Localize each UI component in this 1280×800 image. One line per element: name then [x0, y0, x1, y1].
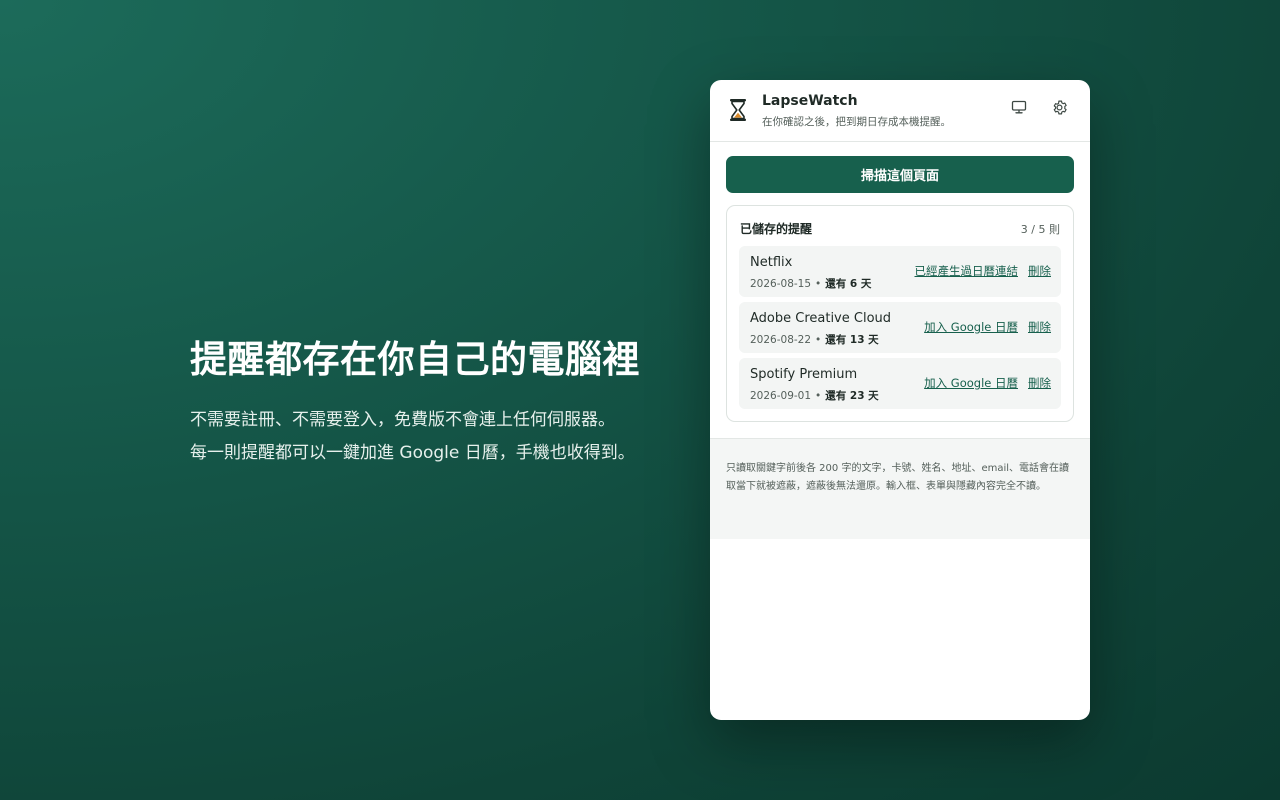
delete-link[interactable]: 刪除 — [1028, 319, 1051, 335]
hero-description-line-1: 不需要註冊、不需要登入，免費版不會連上任何伺服器。 — [190, 410, 615, 430]
calendar-link-generated-link[interactable]: 已經產生過日曆連結 — [915, 263, 1019, 279]
reminder-remaining: 還有 13 天 — [825, 334, 879, 346]
reminder-meta: 2026-08-15 • 還有 6 天 — [750, 276, 871, 291]
reminder-item: Spotify Premium 2026-09-01 • 還有 23 天 加入 Go… — [739, 358, 1061, 409]
popup-header: LapseWatch 在你確認之後，把到期日存成本機提醒。 — [710, 80, 1090, 142]
reminder-item: Adobe Creative Cloud 2026-08-22 • 還有 13 天 … — [739, 302, 1061, 353]
delete-link[interactable]: 刪除 — [1028, 375, 1051, 391]
extension-popup: LapseWatch 在你確認之後，把到期日存成本機提醒。 掃描這個頁面 已儲存… — [710, 80, 1090, 720]
add-google-calendar-link[interactable]: 加入 Google 日曆 — [924, 375, 1018, 391]
saved-reminders-title: 已儲存的提醒 — [740, 222, 813, 236]
reminder-meta: 2026-09-01 • 還有 23 天 — [750, 388, 879, 403]
reminder-actions: 加入 Google 日曆 刪除 — [924, 375, 1051, 391]
reminder-date: 2026-08-15 — [750, 278, 812, 290]
reminder-date: 2026-09-01 — [750, 390, 812, 402]
saved-reminders-card: 已儲存的提醒 3 / 5 則 Netflix 2026-08-15 • 還有 6 天… — [726, 205, 1074, 422]
settings-button[interactable] — [1049, 99, 1069, 119]
delete-link[interactable]: 刪除 — [1028, 263, 1051, 279]
reminder-actions: 加入 Google 日曆 刪除 — [924, 319, 1051, 335]
reminder-actions: 已經產生過日曆連結 刪除 — [915, 263, 1052, 279]
reminder-meta: 2026-08-22 • 還有 13 天 — [750, 332, 879, 347]
gear-icon — [1051, 99, 1068, 120]
hero-description-line-2: 每一則提醒都可以一鍵加進 Google 日曆，手機也收得到。 — [190, 443, 635, 463]
add-google-calendar-link[interactable]: 加入 Google 日曆 — [924, 319, 1018, 335]
reminder-date: 2026-08-22 — [750, 334, 812, 346]
meta-separator: • — [815, 278, 822, 290]
privacy-note: 只讀取關鍵字前後各 200 字的文字，卡號、姓名、地址、email、電話會在讀取… — [726, 463, 1070, 492]
monitor-icon — [1011, 99, 1027, 119]
saved-reminders-count: 3 / 5 則 — [1020, 223, 1060, 236]
reminder-name: Netflix — [750, 255, 793, 270]
hero-section: 提醒都存在你自己的電腦裡 不需要註冊、不需要登入，免費版不會連上任何伺服器。 每… — [190, 336, 670, 470]
reminder-name: Adobe Creative Cloud — [750, 311, 892, 326]
meta-separator: • — [815, 334, 822, 346]
reminder-remaining: 還有 23 天 — [825, 390, 879, 402]
app-tagline: 在你確認之後，把到期日存成本機提醒。 — [762, 116, 951, 128]
reminder-remaining: 還有 6 天 — [825, 278, 872, 290]
hourglass-icon — [728, 98, 748, 122]
hero-title: 提醒都存在你自己的電腦裡 — [190, 338, 640, 381]
meta-separator: • — [815, 390, 822, 402]
display-button[interactable] — [1009, 99, 1029, 119]
app-name: LapseWatch — [762, 93, 858, 109]
reminder-name: Spotify Premium — [750, 367, 858, 382]
privacy-footer: 只讀取關鍵字前後各 200 字的文字，卡號、姓名、地址、email、電話會在讀取… — [710, 438, 1090, 539]
scan-page-button[interactable]: 掃描這個頁面 — [726, 156, 1074, 193]
reminder-item: Netflix 2026-08-15 • 還有 6 天 已經產生過日曆連結 刪除 — [739, 246, 1061, 297]
